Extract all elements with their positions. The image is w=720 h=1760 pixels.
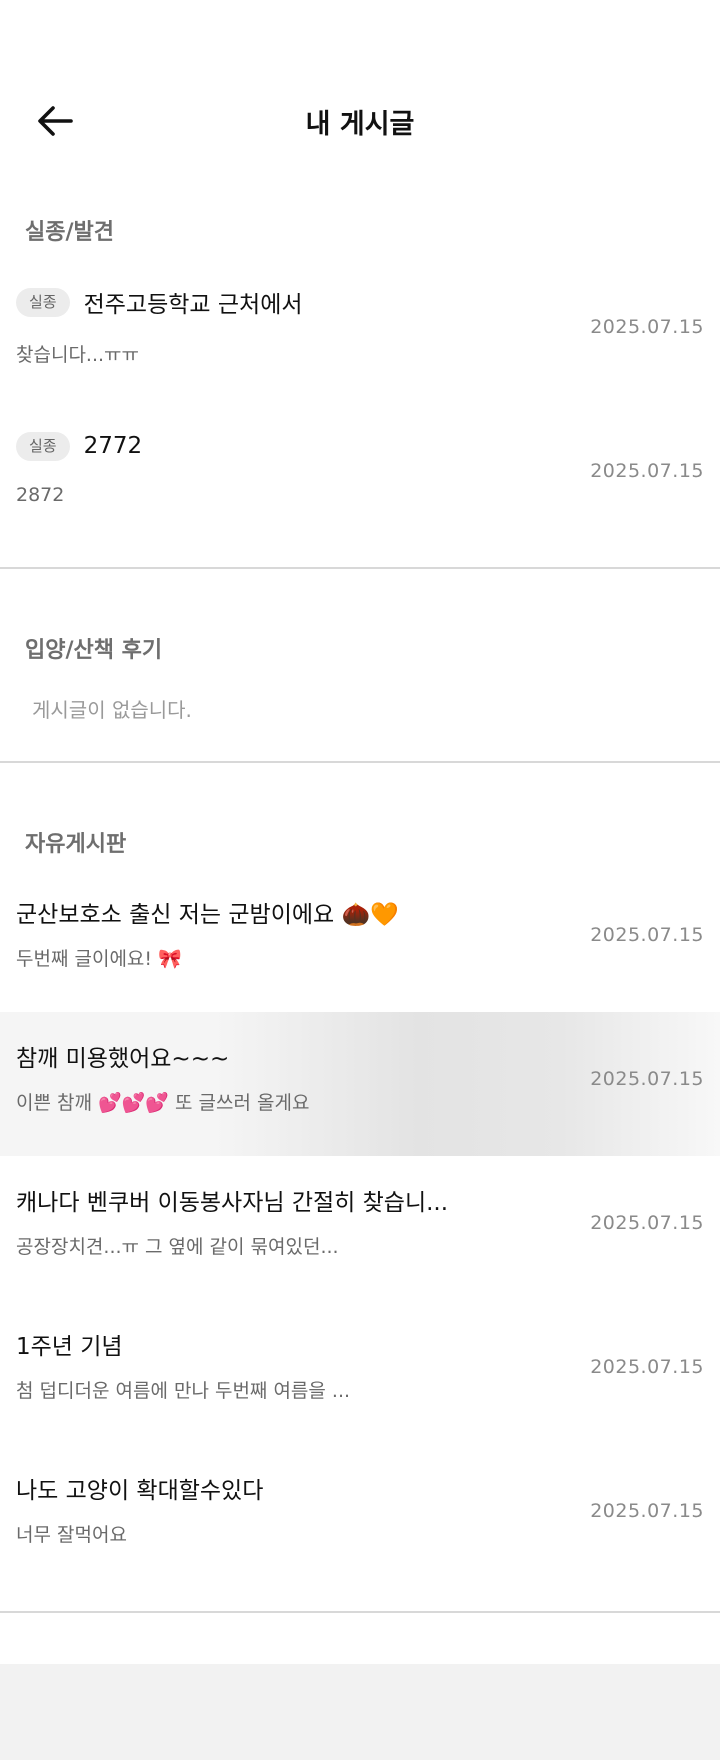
post-title: 참깨 미용했어요~~~ xyxy=(16,1046,230,1072)
post-title: 2772 xyxy=(83,433,143,459)
post-item[interactable]: 실종 2772 2872 2025.07.15 xyxy=(0,402,720,546)
post-item[interactable]: 나도 고양이 확대할수있다 너무 잘먹어요 2025.07.15 xyxy=(0,1444,720,1588)
post-item[interactable]: 군산보호소 출신 저는 군밤이에요 🌰🧡 두번째 글이에요! 🎀 2025.07… xyxy=(0,868,720,1012)
section-divider xyxy=(0,1611,720,1613)
section-title-lost-found: 실종/발견 xyxy=(25,220,114,245)
post-subtitle: 공장장치견...ㅠ 그 옆에 같이 묶여있던... xyxy=(16,1236,339,1258)
bottom-background xyxy=(0,1664,720,1760)
status-badge: 실종 xyxy=(16,287,70,317)
post-date: 2025.07.15 xyxy=(590,316,704,338)
post-date: 2025.07.15 xyxy=(590,1068,704,1090)
post-subtitle: 첨 덥디더운 여름에 만나 두번째 여름을 ... xyxy=(16,1380,351,1402)
section-title-adoption-review: 입양/산책 후기 xyxy=(25,638,163,663)
post-date: 2025.07.15 xyxy=(590,1212,704,1234)
post-title: 전주고등학교 근처에서 xyxy=(83,292,303,318)
empty-state-text: 게시글이 없습니다. xyxy=(32,698,192,722)
post-subtitle: 찾습니다...ㅠㅠ xyxy=(16,344,139,366)
post-item[interactable]: 실종 전주고등학교 근처에서 찾습니다...ㅠㅠ 2025.07.15 xyxy=(0,258,720,402)
post-title: 군산보호소 출신 저는 군밤이에요 🌰🧡 xyxy=(16,902,399,928)
post-title: 나도 고양이 확대할수있다 xyxy=(16,1478,264,1504)
post-title: 캐나다 벤쿠버 이동봉사자님 간절히 찾습니... xyxy=(16,1190,449,1216)
section-divider xyxy=(0,761,720,763)
status-badge: 실종 xyxy=(16,431,70,461)
page-title: 내 게시글 xyxy=(305,109,415,140)
post-date: 2025.07.15 xyxy=(590,1500,704,1522)
post-item[interactable]: 캐나다 벤쿠버 이동봉사자님 간절히 찾습니... 공장장치견...ㅠ 그 옆에… xyxy=(0,1156,720,1300)
post-subtitle: 두번째 글이에요! 🎀 xyxy=(16,948,182,970)
post-date: 2025.07.15 xyxy=(590,924,704,946)
post-title: 1주년 기념 xyxy=(16,1334,123,1360)
post-item[interactable]: 1주년 기념 첨 덥디더운 여름에 만나 두번째 여름을 ... 2025.07… xyxy=(0,1300,720,1444)
post-subtitle: 너무 잘먹어요 xyxy=(16,1524,127,1546)
post-subtitle: 이쁜 참깨 💕💕💕 또 글쓰러 올게요 xyxy=(16,1092,310,1114)
post-date: 2025.07.15 xyxy=(590,460,704,482)
post-date: 2025.07.15 xyxy=(590,1356,704,1378)
post-subtitle: 2872 xyxy=(16,484,65,506)
top-app-bar: 내 게시글 xyxy=(0,80,720,160)
section-title-free-board: 자유게시판 xyxy=(25,832,127,857)
section-divider xyxy=(0,567,720,569)
post-item[interactable]: 참깨 미용했어요~~~ 이쁜 참깨 💕💕💕 또 글쓰러 올게요 2025.07.… xyxy=(0,1012,720,1156)
